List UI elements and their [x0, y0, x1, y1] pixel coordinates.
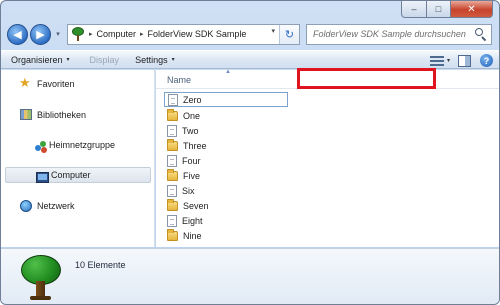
address-bar[interactable]: ▸ Computer ▸ FolderView SDK Sample ▾ ↻ [67, 23, 300, 45]
list-item-four[interactable]: Four [164, 153, 201, 168]
list-item-label: Two [182, 125, 199, 136]
list-item-nine[interactable]: Nine [164, 228, 202, 243]
homegroup-icon [35, 141, 47, 153]
details-pane: 10 Elemente [1, 248, 499, 304]
nav-item-label: Bibliotheken [37, 110, 87, 120]
list-item-label: Zero [183, 94, 202, 105]
nav-item-bibliotheken[interactable]: Bibliotheken [5, 107, 151, 123]
display-button[interactable]: Display [84, 51, 126, 68]
nav-item-computer[interactable]: Computer [5, 167, 151, 183]
settings-label: Settings [135, 54, 168, 65]
sort-ascending-icon: ▲ [225, 69, 231, 75]
minimize-button[interactable]: – [401, 1, 427, 18]
list-item-label: Eight [182, 215, 203, 226]
search-input[interactable]: FolderView SDK Sample durchsuchen [306, 23, 492, 45]
highlight-annotation-box [297, 68, 436, 89]
star-icon: ★ [19, 75, 31, 90]
list-item-three[interactable]: Three [164, 138, 207, 153]
explorer-window: – □ ✕ ◀ ▶ ▾ ▸ Computer ▸ FolderView SDK … [0, 0, 500, 305]
file-icon [167, 184, 177, 197]
list-item-label: Five [183, 170, 201, 181]
chevron-down-icon: ▾ [66, 57, 70, 63]
recent-pages-dropdown[interactable]: ▾ [53, 29, 63, 39]
file-list-pane: ▲ Name Zero One Two Three Four Five Six … [156, 68, 499, 247]
folder-icon [167, 138, 178, 151]
view-options-chevron-icon[interactable]: ▾ [447, 57, 450, 64]
refresh-button[interactable]: ↻ [279, 24, 299, 44]
maximize-button[interactable]: □ [427, 1, 451, 18]
file-icon [167, 124, 177, 137]
column-header-row: ▲ Name [156, 68, 499, 89]
toolbar-right-group: ▾ ? [429, 52, 493, 69]
back-button[interactable]: ◀ [7, 23, 28, 45]
list-item-seven[interactable]: Seven [164, 198, 209, 213]
preview-pane-icon[interactable] [458, 54, 471, 67]
navigation-pane: ★ Favoriten Bibliotheken Heimnetzgruppe … [1, 70, 155, 247]
list-item-zero[interactable]: Zero [164, 92, 288, 107]
breadcrumb-computer[interactable]: Computer [97, 29, 137, 39]
folder-icon [167, 228, 178, 241]
list-item-eight[interactable]: Eight [164, 213, 203, 228]
list-item-label: Four [182, 155, 201, 166]
organize-menu-button[interactable]: Organisieren ▾ [5, 51, 76, 68]
item-count-label: 10 Elemente [75, 260, 126, 270]
folder-icon [167, 108, 178, 121]
nav-item-label: Netzwerk [37, 201, 75, 211]
nav-item-favoriten[interactable]: ★ Favoriten [5, 76, 151, 92]
nav-item-netzwerk[interactable]: Netzwerk [5, 198, 151, 214]
settings-menu-button[interactable]: Settings ▾ [129, 51, 181, 68]
list-item-label: Seven [183, 200, 209, 211]
column-header-name[interactable]: Name [167, 75, 191, 85]
libraries-icon [20, 109, 32, 120]
list-item-label: Nine [183, 230, 202, 241]
change-view-icon[interactable] [429, 55, 444, 66]
close-button[interactable]: ✕ [451, 1, 493, 18]
tree-thumbnail-icon [19, 255, 63, 301]
nav-item-label: Heimnetzgruppe [49, 140, 116, 150]
list-item-one[interactable]: One [164, 108, 200, 123]
network-icon [20, 200, 32, 212]
chevron-down-icon: ▾ [171, 57, 175, 63]
list-item-label: One [183, 110, 201, 121]
file-icon [168, 93, 178, 106]
list-item-six[interactable]: Six [164, 183, 195, 198]
file-icon [167, 154, 177, 167]
caption-buttons: – □ ✕ [401, 1, 493, 19]
list-item-five[interactable]: Five [164, 168, 200, 183]
breadcrumb-folderview-sdk-sample[interactable]: FolderView SDK Sample [148, 29, 247, 39]
breadcrumb-separator[interactable]: ▸ [140, 30, 144, 38]
list-item-label: Six [182, 185, 195, 196]
help-icon[interactable]: ? [480, 54, 493, 67]
command-bar: Organisieren ▾ Display Settings ▾ ▾ ? [1, 50, 499, 69]
breadcrumb-separator[interactable]: ▸ [89, 30, 93, 38]
search-placeholder: FolderView SDK Sample durchsuchen [313, 29, 466, 39]
list-item-two[interactable]: Two [164, 123, 199, 138]
list-item-label: Three [183, 140, 207, 151]
forward-button[interactable]: ▶ [30, 23, 51, 45]
address-row: ◀ ▶ ▾ ▸ Computer ▸ FolderView SDK Sample… [7, 21, 493, 47]
nav-item-label: Computer [51, 170, 91, 180]
address-history-dropdown[interactable]: ▾ [271, 27, 275, 35]
nav-item-label: Favoriten [37, 79, 75, 89]
folder-icon [167, 168, 178, 181]
computer-icon [36, 171, 49, 183]
folder-icon [167, 198, 178, 211]
search-icon[interactable] [475, 27, 488, 41]
tree-icon [71, 27, 85, 41]
organize-label: Organisieren [11, 54, 63, 65]
nav-item-heimnetzgruppe[interactable]: Heimnetzgruppe [5, 137, 151, 153]
file-icon [167, 214, 177, 227]
